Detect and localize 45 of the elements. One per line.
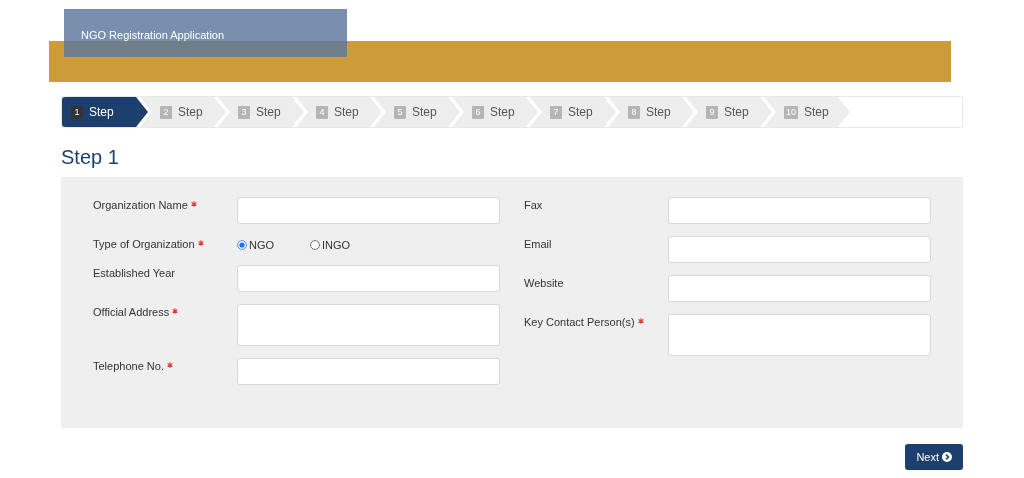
step-number: 1 — [71, 105, 83, 119]
text-field[interactable] — [668, 197, 931, 224]
step-number: 3 — [238, 105, 250, 119]
field-label: Established Year — [93, 267, 175, 279]
step-heading: Step 1 — [61, 146, 120, 169]
text-field[interactable] — [668, 236, 931, 263]
step-tab[interactable]: 9 Step — [686, 97, 772, 127]
next-button[interactable]: Next — [905, 444, 963, 470]
field-label: Type of Organization — [93, 238, 195, 250]
step-tab[interactable]: 8 Step — [608, 97, 694, 127]
step-number: 6 — [472, 105, 484, 119]
radio-button[interactable] — [310, 239, 321, 250]
step-tab[interactable]: 3 Step — [218, 97, 304, 127]
text-area[interactable] — [237, 304, 500, 346]
step-number: 7 — [550, 105, 562, 119]
text-field[interactable] — [237, 265, 500, 292]
step-tab[interactable]: 10 Step — [764, 97, 850, 127]
step-number: 8 — [628, 105, 640, 119]
radio-label: NGO — [249, 238, 275, 251]
chevron-circle-icon — [942, 452, 952, 462]
step-tab[interactable]: 7 Step — [530, 97, 616, 127]
step-number: 2 — [160, 105, 172, 119]
step-number: 9 — [706, 105, 718, 119]
radio-button[interactable] — [237, 239, 247, 250]
text-field[interactable] — [237, 197, 500, 224]
step-number: 5 — [394, 105, 406, 119]
field-label: Key Contact Person(s) — [524, 316, 635, 328]
field-label: Organization Name — [93, 199, 188, 211]
step-tab[interactable]: 4 Step — [296, 97, 382, 127]
field-label: Website — [524, 277, 564, 289]
step-tab[interactable]: 2 Step — [140, 97, 226, 127]
step-tab[interactable]: 5 Step — [374, 97, 460, 127]
text-field[interactable] — [237, 358, 500, 385]
text-field[interactable] — [668, 275, 931, 302]
step-tab[interactable]: 6 Step — [452, 97, 538, 127]
step-number: 4 — [316, 105, 328, 119]
app-title: NGO Registration Application — [81, 29, 225, 41]
field-label: Official Address — [93, 306, 170, 318]
field-label: Telephone No. — [93, 360, 164, 372]
radio-label: INGO — [322, 238, 351, 251]
step-tab[interactable]: 1 Step — [62, 97, 148, 127]
text-area[interactable] — [668, 314, 931, 356]
field-label: Fax — [524, 199, 543, 211]
step-number: 10 — [784, 105, 798, 119]
field-label: Email — [524, 238, 552, 250]
